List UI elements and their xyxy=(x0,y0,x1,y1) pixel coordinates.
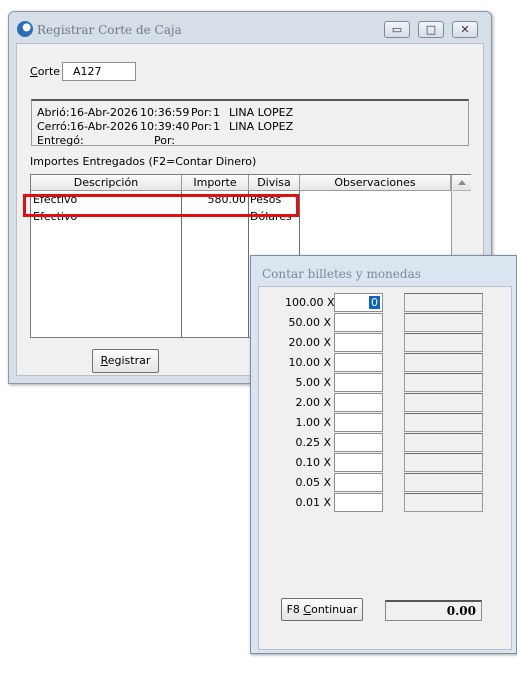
corte-input[interactable]: A127 xyxy=(62,62,136,81)
quantity-input-005[interactable] xyxy=(334,473,383,492)
contar-dinero-dialog: Contar billetes y monedas F8 Continuar 0… xyxy=(250,255,517,654)
denomination-label-5000: 50.00 X xyxy=(288,316,331,329)
dolares-row-highlight xyxy=(23,194,299,217)
denomination-label-100: 1.00 X xyxy=(295,416,331,429)
subtotal-display-025 xyxy=(404,433,483,452)
abrio-por-num: 1 xyxy=(213,106,220,119)
denomination-label-010: 0.10 X xyxy=(295,456,331,469)
corte-label: Corte xyxy=(30,65,61,78)
dialog-client-area: F8 Continuar 0.00 100.00 X 0 50.00 X 20.00 … xyxy=(258,286,512,650)
denomination-label-001: 0.01 X xyxy=(295,496,331,509)
entrego-por-label: Por: xyxy=(154,134,176,147)
continuar-button[interactable]: F8 Continuar xyxy=(281,598,363,621)
cerro-por-num: 1 xyxy=(213,120,220,133)
abrio-label: Abrió: xyxy=(37,106,70,119)
quantity-input-500[interactable] xyxy=(334,373,383,392)
maximize-button[interactable]: □ xyxy=(418,21,444,38)
total-display: 0.00 xyxy=(385,600,482,621)
quantity-input-010[interactable] xyxy=(334,453,383,472)
quantity-input-100[interactable] xyxy=(334,413,383,432)
corte-info-panel: Abrió: 16-Abr-2026 10:36:59 Por: 1 LINA … xyxy=(31,99,469,147)
quantity-input-200[interactable] xyxy=(334,393,383,412)
cerro-por-label: Por: xyxy=(191,120,213,133)
title-bar[interactable]: Registrar Corte de Caja ▭ □ ✕ xyxy=(9,12,491,42)
abrio-fecha: 16-Abr-2026 xyxy=(70,106,139,119)
denomination-label-500: 5.00 X xyxy=(295,376,331,389)
subtotal-display-200 xyxy=(404,393,483,412)
abrio-por-label: Por: xyxy=(191,106,213,119)
registrar-button[interactable]: Registrar xyxy=(92,349,159,373)
denomination-label-10000: 100.00 X xyxy=(285,296,335,309)
quantity-selected-text: 0 xyxy=(369,296,380,309)
column-header-importe[interactable]: Importe xyxy=(182,175,249,191)
scroll-up-button[interactable] xyxy=(453,175,471,191)
quantity-input-5000[interactable] xyxy=(334,313,383,332)
column-header-observaciones[interactable]: Observaciones xyxy=(300,175,451,191)
subtotal-display-005 xyxy=(404,473,483,492)
subtotal-display-1000 xyxy=(404,353,483,372)
subtotal-display-001 xyxy=(404,493,483,512)
denomination-label-025: 0.25 X xyxy=(295,436,331,449)
abrio-usuario: LINA LOPEZ xyxy=(229,106,294,119)
subtotal-display-100 xyxy=(404,413,483,432)
dialog-title: Contar billetes y monedas xyxy=(262,267,421,281)
abrio-hora: 10:36:59 xyxy=(140,106,190,119)
quantity-input-025[interactable] xyxy=(334,433,383,452)
app-icon xyxy=(17,21,33,37)
subtotal-display-2000 xyxy=(404,333,483,352)
denomination-label-005: 0.05 X xyxy=(295,476,331,489)
subtotal-display-010 xyxy=(404,453,483,472)
scroll-up-arrow-icon xyxy=(458,180,466,185)
quantity-input-10000[interactable]: 0 xyxy=(334,293,383,312)
cerro-label: Cerró: xyxy=(37,120,71,133)
cerro-fecha: 16-Abr-2026 xyxy=(70,120,139,133)
column-header-divisa[interactable]: Divisa xyxy=(249,175,300,191)
denomination-label-1000: 10.00 X xyxy=(288,356,331,369)
quantity-input-2000[interactable] xyxy=(334,333,383,352)
importes-heading: Importes Entregados (F2=Contar Dinero) xyxy=(30,155,257,168)
window-title: Registrar Corte de Caja xyxy=(37,23,182,37)
subtotal-display-5000 xyxy=(404,313,483,332)
denomination-label-200: 2.00 X xyxy=(295,396,331,409)
quantity-input-1000[interactable] xyxy=(334,353,383,372)
denomination-label-2000: 20.00 X xyxy=(288,336,331,349)
column-header-descripcion[interactable]: Descripción xyxy=(31,175,182,191)
subtotal-display-500 xyxy=(404,373,483,392)
quantity-input-001[interactable] xyxy=(334,493,383,512)
cerro-hora: 10:39:40 xyxy=(140,120,190,133)
minimize-button[interactable]: ▭ xyxy=(384,21,410,38)
close-button[interactable]: ✕ xyxy=(452,21,478,38)
entrego-label: Entregó: xyxy=(37,134,84,147)
subtotal-display-10000 xyxy=(404,293,483,312)
cerro-usuario: LINA LOPEZ xyxy=(229,120,294,133)
